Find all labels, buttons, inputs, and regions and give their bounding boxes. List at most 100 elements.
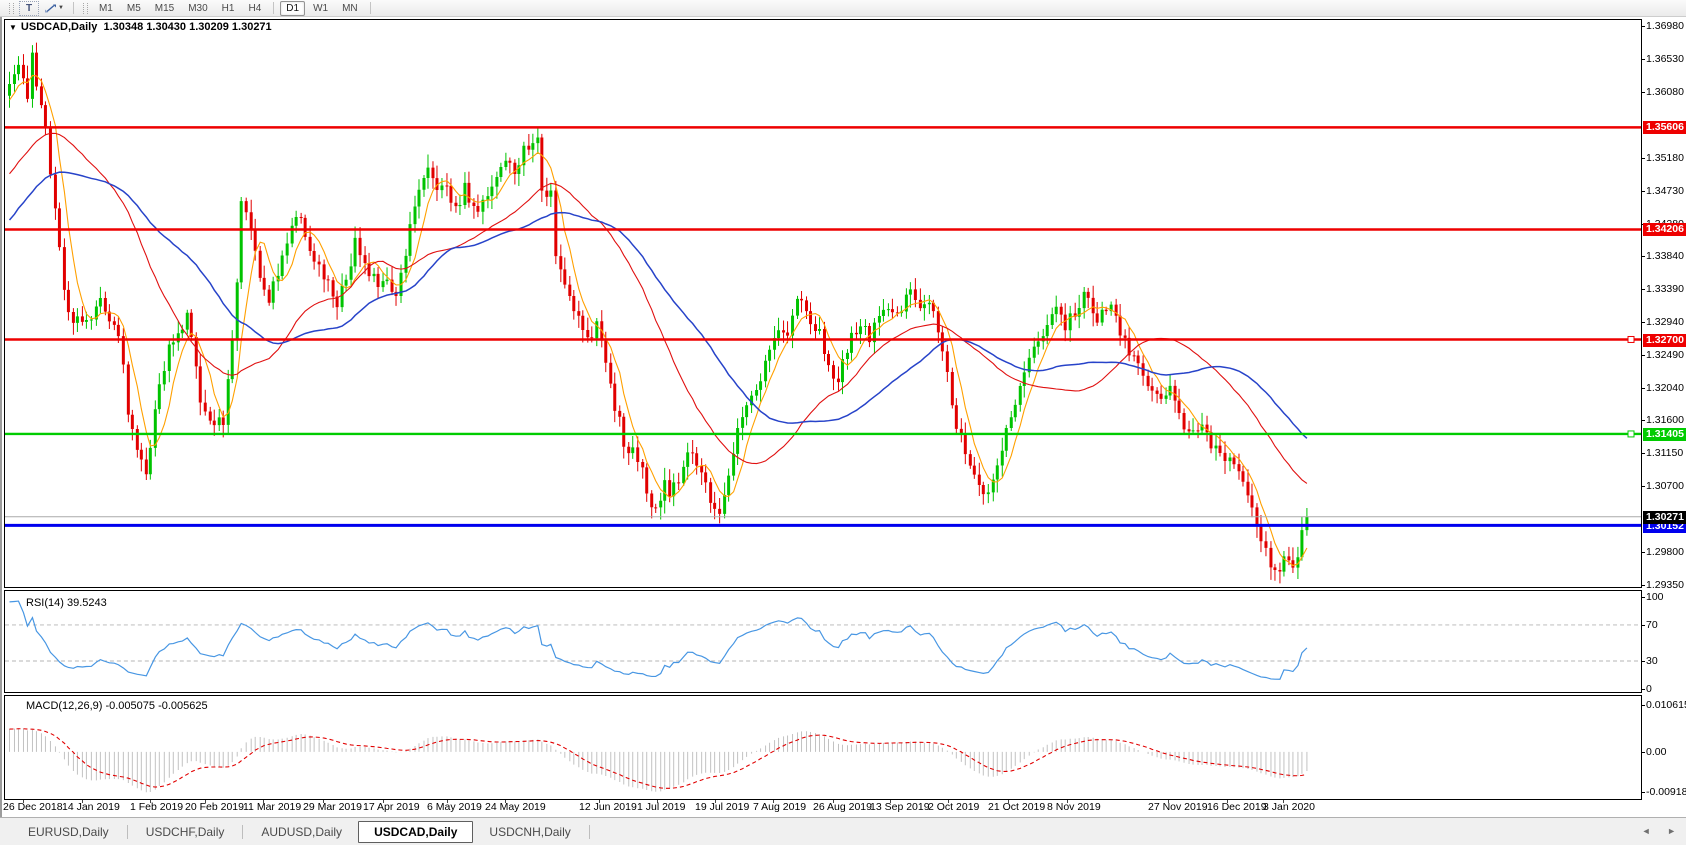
time-axis-label: 1 Feb 2019 [130,801,184,813]
price-axis-tick [1642,585,1645,586]
macd-label: MACD(12,26,9) -0.005075 -0.005625 [26,700,208,712]
tab-scroll-left-icon[interactable]: ◄ [1642,826,1651,836]
rsi-axis-label: 100 [1646,591,1664,603]
diagonal-arrows-icon [45,4,56,12]
rsi-axis-label: 0 [1646,683,1652,695]
rsi-label: RSI(14) 39.5243 [26,597,107,609]
price-axis-tick [1642,256,1645,257]
chart-title-ohlc: 1.30348 1.30430 1.30209 1.30271 [103,21,272,33]
tab-separator [126,824,128,839]
timeframe-button-D1[interactable]: D1 [280,0,306,16]
toolbar-separator [72,2,74,14]
macd-histogram [8,728,1308,793]
current-price-label: 1.30271 [1643,511,1686,524]
tab-USDCHF[interactable]: USDCHF,Daily [130,821,241,843]
price-axis-tick [1642,355,1645,356]
chart-toolbar: T ▼ M1 M5 M15 M30 H1 H4 D1 W1 MN [0,0,1686,17]
price-axis-label: 1.31600 [1646,414,1684,426]
price-axis-tick [1642,552,1645,553]
time-axis-label: 26 Dec 2018 [3,801,63,813]
rsi-line [9,600,1308,680]
chart-title: ▼ USDCAD,Daily 1.30348 1.30430 1.30209 1.… [9,21,272,33]
tab-EURUSD[interactable]: EURUSD,Daily [12,821,125,843]
price-axis-tick [1642,388,1645,389]
toolbar-grip[interactable] [9,2,14,14]
price-chart-pane[interactable] [4,19,1642,588]
price-axis-tick [1642,26,1645,27]
price-axis-tick [1642,158,1645,159]
time-axis-label: 29 Mar 2019 [303,801,362,813]
time-axis-label: 21 Oct 2019 [988,801,1046,813]
macd-indicator-pane[interactable] [4,695,1642,800]
arrows-tool-button[interactable]: ▼ [41,2,67,15]
toolbar-separator [369,2,371,14]
symbol-tab-bar: EURUSD,Daily USDCHF,Daily AUDUSD,Daily USDC… [0,817,1686,845]
price-chart-canvas[interactable] [5,20,1641,587]
price-axis-tick [1642,420,1645,421]
time-axis-label: 20 Feb 2019 [185,801,244,813]
price-axis-tick [1642,191,1645,192]
macd-axis-tick [1642,752,1645,753]
rsi-indicator-pane[interactable] [4,590,1642,693]
tab-USDCNH[interactable]: USDCNH,Daily [473,821,586,843]
price-axis-tick [1642,486,1645,487]
timeframe-button-M5[interactable]: M5 [121,1,147,16]
price-axis-label: 1.31150 [1646,447,1684,459]
time-axis-label: 3 Jan 2020 [1263,801,1315,813]
rsi-axis-tick [1642,625,1645,626]
tab-separator [588,824,590,839]
timeframe-button-group: M1 M5 M15 M30 H1 H4 D1 W1 MN [92,0,376,16]
time-axis-label: 24 May 2019 [485,801,546,813]
time-axis-label: 12 Jun 2019 [579,801,637,813]
time-axis-label: 19 Jul 2019 [695,801,750,813]
price-axis-label: 1.32040 [1646,382,1684,394]
time-axis-label: 1 Jul 2019 [637,801,686,813]
price-axis-label: 1.36980 [1646,20,1684,32]
time-axis-label: 2 Oct 2019 [928,801,980,813]
trading-terminal-window: T ▼ M1 M5 M15 M30 H1 H4 D1 W1 MN ▼ USDCAD,Daily 1… [0,0,1686,845]
line-price-label-1.32700: 1.32700 [1643,334,1686,347]
price-axis-tick [1642,453,1645,454]
tab-AUDUSD[interactable]: AUDUSD,Daily [245,821,358,843]
toolbar-grip[interactable] [82,2,88,14]
price-axis-tick [1642,322,1645,323]
tab-scroll-right-icon[interactable]: ► [1667,826,1676,836]
price-axis-label: 1.29350 [1646,579,1684,591]
price-axis-label: 1.34730 [1646,185,1684,197]
macd-canvas [8,728,1308,793]
price-axis-label: 1.30700 [1646,480,1684,492]
line-handle-1.32700[interactable] [1627,335,1635,343]
text-tool-icon: T [25,2,33,14]
line-price-label-1.34206: 1.34206 [1643,223,1686,236]
timeframe-button-MN[interactable]: MN [336,1,364,16]
timeframe-button-W1[interactable]: W1 [307,1,334,16]
timeframe-button-M1[interactable]: M1 [93,1,119,16]
timeframe-button-M15[interactable]: M15 [149,1,180,16]
price-axis-label: 1.33390 [1646,283,1684,295]
line-handle-1.31405[interactable] [1627,430,1635,438]
price-axis-tick [1642,59,1645,60]
time-axis-label: 8 Nov 2019 [1047,801,1101,813]
macd-axis-label: 0.00 [1646,746,1667,758]
price-axis-label: 1.29800 [1646,546,1684,558]
macd-axis-label: 0.010615 [1646,699,1686,711]
macd-axis-tick [1642,792,1645,793]
tab-USDCAD[interactable]: USDCAD,Daily [358,820,474,843]
chart-title-caret-icon[interactable]: ▼ [9,23,17,32]
timeframe-button-H4[interactable]: H4 [242,1,267,16]
bull-candle-bodies [7,52,1309,572]
price-axis-label: 1.32940 [1646,316,1684,328]
price-axis-label: 1.36080 [1646,86,1684,98]
timeframe-button-H1[interactable]: H1 [216,1,241,16]
bull-candle-wicks [8,45,1308,580]
price-axis-label: 1.32490 [1646,349,1684,361]
timeframe-button-M30[interactable]: M30 [182,1,213,16]
time-axis-label: 17 Apr 2019 [363,801,420,813]
time-axis-label: 7 Aug 2019 [753,801,807,813]
text-tool-button[interactable]: T [19,0,39,16]
price-axis-label: 1.33840 [1646,250,1684,262]
price-axis-tick [1642,92,1645,93]
ma-fast-line[interactable] [9,74,1308,567]
time-axis-label: 27 Nov 2019 [1148,801,1208,813]
dropdown-caret-icon[interactable]: ▼ [58,5,64,11]
